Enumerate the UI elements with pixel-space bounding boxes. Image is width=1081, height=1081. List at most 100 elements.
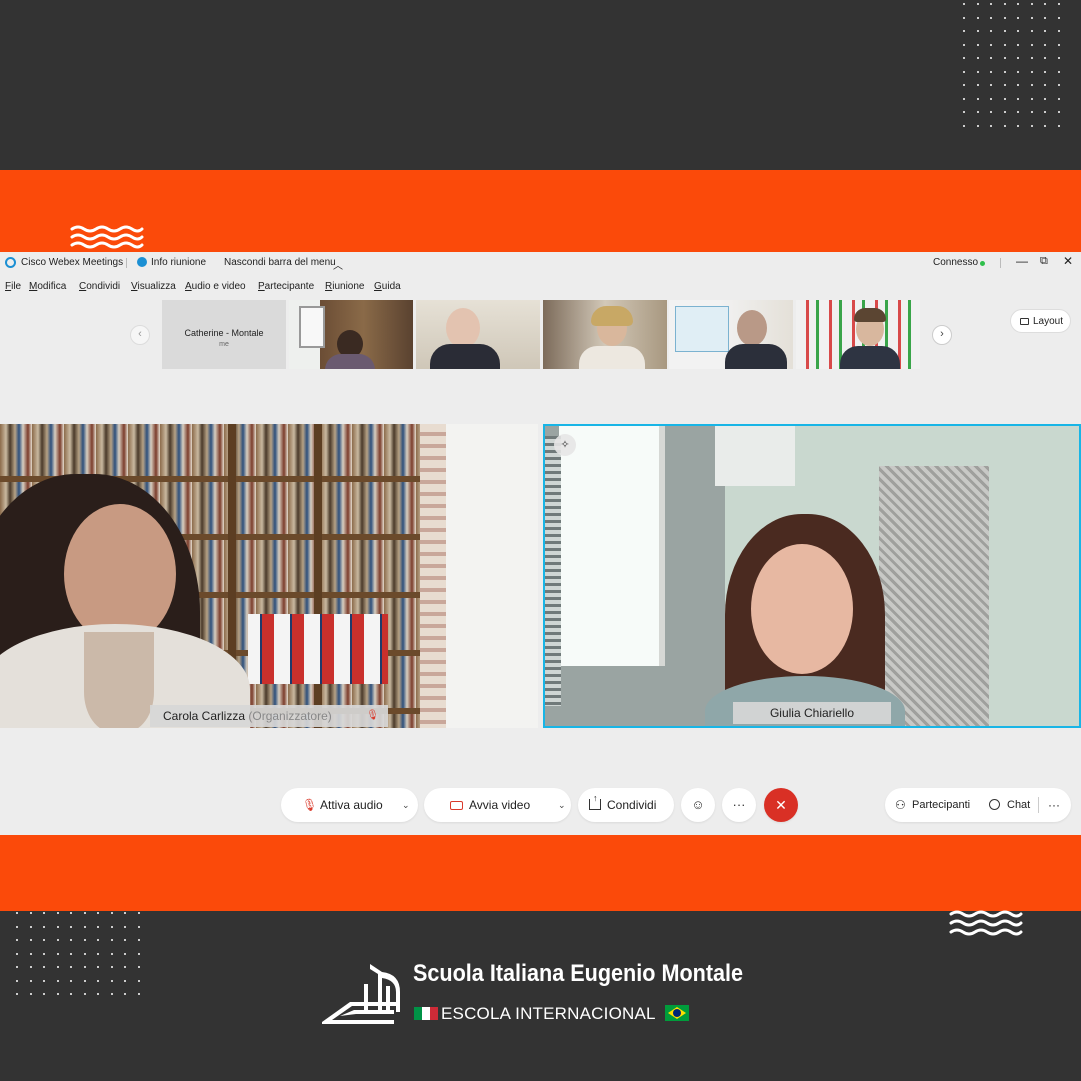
side-panel-controls: ⚇ Partecipanti Chat ··· <box>885 788 1071 822</box>
participant-thumbnail[interactable] <box>669 300 793 369</box>
participant-thumbnail[interactable] <box>289 300 413 369</box>
dot <box>1044 97 1047 100</box>
menu-guida[interactable]: Guida <box>374 281 401 292</box>
menu-visualizza[interactable]: Visualizza <box>131 281 176 292</box>
unmute-label: Attiva audio <box>320 798 383 812</box>
dot <box>1030 70 1033 73</box>
dot <box>963 3 966 6</box>
menu-riunione[interactable]: Riunione <box>325 281 365 292</box>
leave-meeting-button[interactable]: ✕ <box>764 788 798 822</box>
dot <box>1044 57 1047 60</box>
dot <box>137 939 140 942</box>
more-options-icon[interactable]: ··· <box>722 788 756 822</box>
dot <box>1030 84 1033 87</box>
dot <box>1030 16 1033 19</box>
more-panels-icon[interactable]: ··· <box>1048 788 1060 822</box>
dot <box>1057 97 1060 100</box>
dot <box>990 97 993 100</box>
video-tile-active-speaker[interactable]: ✧ Giulia Chiariello <box>543 424 1081 728</box>
close-icon[interactable]: ✕ <box>1063 254 1073 268</box>
app-title: Cisco Webex Meetings <box>21 257 124 268</box>
dot <box>990 3 993 6</box>
dot <box>124 912 127 915</box>
reactions-icon[interactable]: ☺ <box>681 788 715 822</box>
dot <box>83 966 86 969</box>
dot <box>1030 97 1033 100</box>
dot <box>16 993 19 996</box>
dot <box>137 966 140 969</box>
dot <box>110 952 113 955</box>
unmute-button[interactable]: 🎙 Attiva audio ⌄ <box>281 788 418 822</box>
restore-icon[interactable]: ⧉ <box>1040 255 1048 268</box>
orange-band-top <box>0 170 1081 252</box>
dot <box>29 912 32 915</box>
chevron-down-icon[interactable]: ⌄ <box>402 788 410 822</box>
dot <box>963 111 966 114</box>
share-button[interactable]: ↑ Condividi <box>578 788 674 822</box>
dot <box>83 912 86 915</box>
menu-modifica[interactable]: Modifica <box>29 281 66 292</box>
participants-icon[interactable]: ⚇ <box>895 788 906 822</box>
meeting-info-button[interactable]: Info riunione <box>151 257 206 268</box>
menu-condividi[interactable]: Condividi <box>79 281 120 292</box>
dot <box>124 925 127 928</box>
dot <box>83 993 86 996</box>
chat-icon[interactable] <box>989 799 1000 810</box>
chevron-right-icon[interactable]: › <box>932 325 952 345</box>
minimize-icon[interactable]: — <box>1016 254 1028 268</box>
status-dot <box>980 261 985 266</box>
wave-decoration <box>70 225 144 251</box>
dot <box>1057 30 1060 33</box>
menu-audio-video[interactable]: Audio e video <box>185 281 246 292</box>
dot <box>137 979 140 982</box>
webex-window: Cisco Webex Meetings Info riunione Nasco… <box>0 252 1081 835</box>
participant-name: Carola Carlizza <box>163 709 246 723</box>
dot <box>1017 16 1020 19</box>
start-video-button[interactable]: Avvia video ⌄ <box>424 788 571 822</box>
video-tile-organizer[interactable]: Carola Carlizza (Organizzatore) 🎙 <box>0 424 538 728</box>
dot <box>29 966 32 969</box>
participant-thumbnail[interactable] <box>543 300 667 369</box>
dot <box>97 939 100 942</box>
pin-icon[interactable]: ✧ <box>554 434 576 456</box>
dot <box>124 952 127 955</box>
dot <box>1030 30 1033 33</box>
chevron-down-icon[interactable]: ⌄ <box>558 788 566 822</box>
dot <box>963 30 966 33</box>
dot <box>16 912 19 915</box>
orange-band-bottom <box>0 835 1081 911</box>
dot <box>43 966 46 969</box>
dot <box>110 912 113 915</box>
layout-label: Layout <box>1033 316 1064 327</box>
participants-button[interactable]: Partecipanti <box>912 788 970 822</box>
dot <box>16 939 19 942</box>
participant-thumbnail[interactable] <box>796 300 920 369</box>
chat-button[interactable]: Chat <box>1007 788 1030 822</box>
menu-partecipante[interactable]: Partecipante <box>258 281 314 292</box>
dot <box>56 993 59 996</box>
dot <box>1044 84 1047 87</box>
menu-file[interactable]: File <box>5 281 21 292</box>
school-subtitle: ESCOLA INTERNACIONAL <box>441 1004 656 1023</box>
dot <box>29 952 32 955</box>
dot <box>1044 43 1047 46</box>
dot <box>963 43 966 46</box>
layout-button[interactable]: Layout <box>1010 309 1071 333</box>
dot <box>124 966 127 969</box>
dot <box>1003 97 1006 100</box>
dot <box>963 84 966 87</box>
separator <box>126 258 127 268</box>
dot <box>1017 124 1020 127</box>
title-bar: Cisco Webex Meetings Info riunione Nasco… <box>0 252 1081 274</box>
chevron-left-icon[interactable]: ‹ <box>130 325 150 345</box>
hide-menu-bar-button[interactable]: Nascondi barra del menu <box>224 257 336 268</box>
participant-thumbnail[interactable] <box>416 300 540 369</box>
self-thumbnail[interactable]: Catherine - Montale me <box>162 300 286 369</box>
chevron-up-icon[interactable]: ︿ <box>333 257 343 272</box>
dot <box>56 966 59 969</box>
dot <box>56 952 59 955</box>
dot <box>1017 97 1020 100</box>
dot <box>97 979 100 982</box>
dot <box>97 966 100 969</box>
dot <box>97 952 100 955</box>
